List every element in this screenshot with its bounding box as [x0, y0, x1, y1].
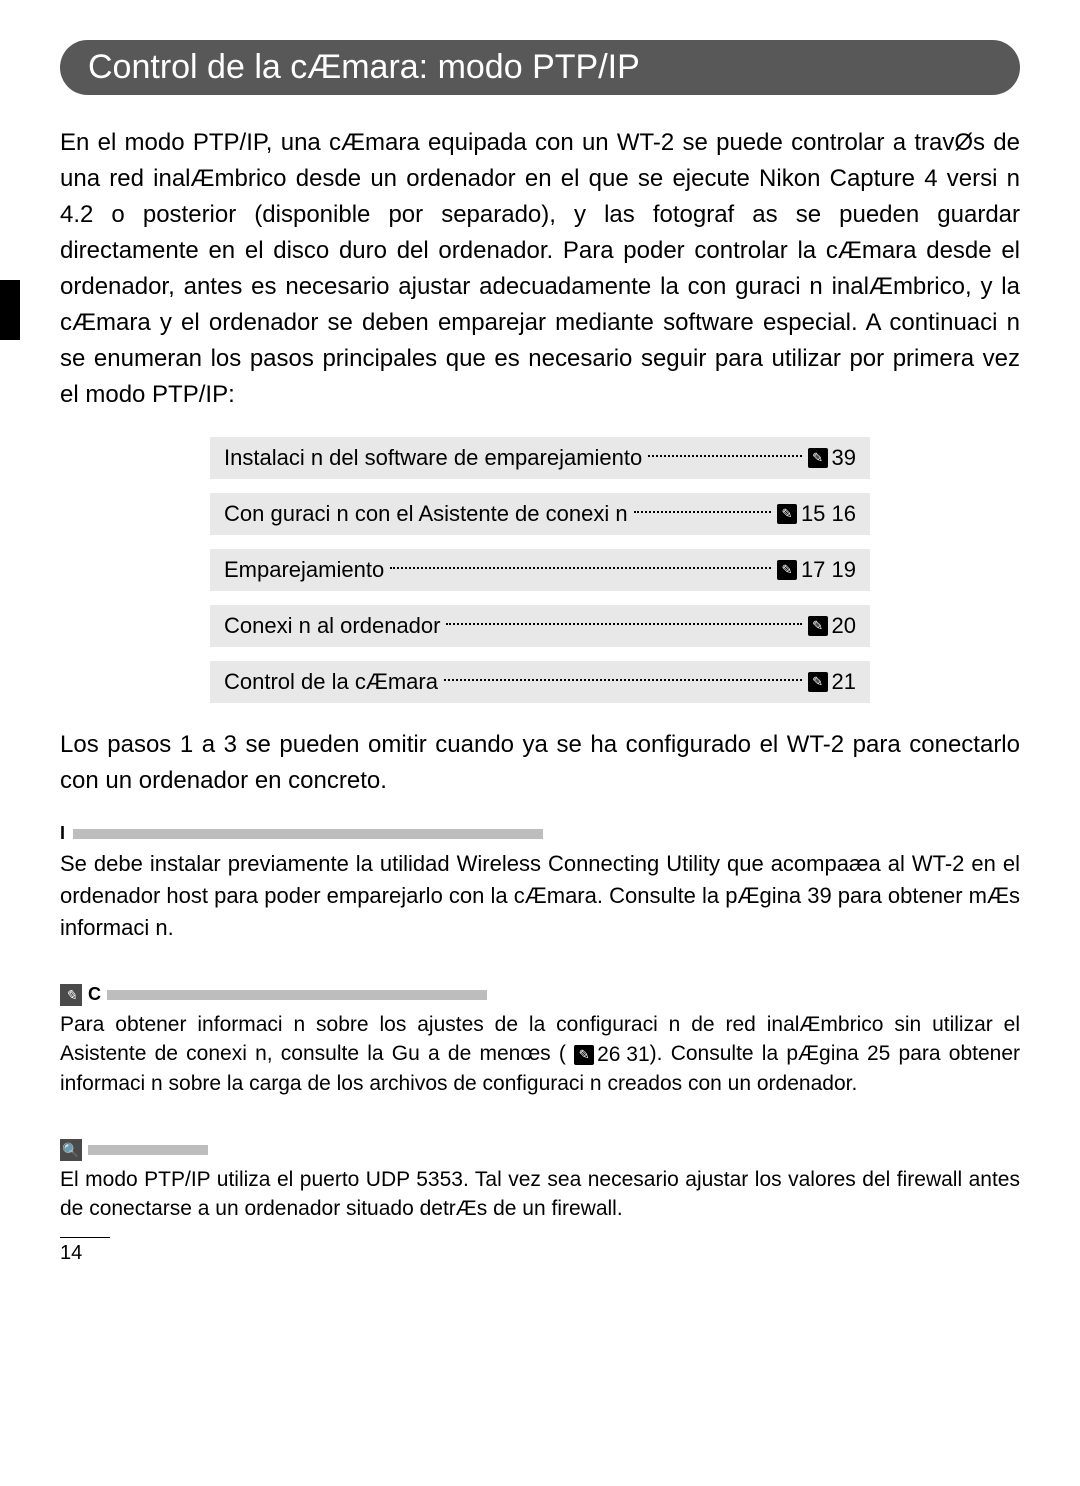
magnifier-icon: 🔍	[60, 1139, 82, 1161]
step-pages: 39	[832, 445, 856, 471]
heading-rule	[88, 1145, 208, 1155]
note1-body: Se debe instalar previamente la utilidad…	[60, 848, 1020, 944]
page-number: 14	[60, 1242, 82, 1264]
side-tab	[0, 280, 20, 340]
heading-rule	[107, 990, 487, 1000]
note2-body: Para obtener informaci n sobre los ajust…	[60, 1010, 1020, 1099]
page-ref-icon: ✎	[777, 504, 797, 524]
step-pages: 20	[832, 613, 856, 639]
step-label: Control de la cÆmara	[224, 669, 438, 695]
note3-heading: 🔍	[60, 1139, 1020, 1161]
page-ref-icon: ✎	[574, 1045, 594, 1065]
step-row: Conexi n al ordenador ✎ 20	[210, 605, 870, 647]
note2-heading: ✎ C	[60, 984, 1020, 1006]
step-pageref: ✎ 15 16	[777, 501, 856, 527]
intro-paragraph: En el modo PTP/IP, una cÆmara equipada c…	[60, 125, 1020, 413]
page-ref-icon: ✎	[808, 672, 828, 692]
step-row: Instalaci n del software de emparejamien…	[210, 437, 870, 479]
step-row: Control de la cÆmara ✎ 21	[210, 661, 870, 703]
step-pages: 15 16	[801, 501, 856, 527]
heading-rule	[73, 829, 543, 839]
step-label: Conexi n al ordenador	[224, 613, 440, 639]
step-label: Emparejamiento	[224, 557, 384, 583]
step-row: Con guraci n con el Asistente de conexi …	[210, 493, 870, 535]
note1-label: I	[60, 823, 65, 844]
leader-dots	[444, 679, 802, 681]
page-number-rule: 14	[60, 1237, 110, 1265]
step-pageref: ✎ 17 19	[777, 557, 856, 583]
page-ref-icon: ✎	[777, 560, 797, 580]
leader-dots	[446, 623, 801, 625]
pencil-icon: ✎	[60, 984, 82, 1006]
leader-dots	[390, 567, 771, 569]
page-title: Control de la cÆmara: modo PTP/IP	[60, 40, 1020, 95]
note2-label: C	[88, 984, 101, 1005]
leader-dots	[634, 511, 771, 513]
step-pages: 17 19	[801, 557, 856, 583]
after-steps-paragraph: Los pasos 1 a 3 se pueden omitir cuando …	[60, 727, 1020, 799]
step-pageref: ✎ 39	[808, 445, 856, 471]
page-ref-icon: ✎	[808, 448, 828, 468]
note3-body: El modo PTP/IP utiliza el puerto UDP 535…	[60, 1165, 1020, 1224]
page-ref-icon: ✎	[808, 616, 828, 636]
note1-heading: I	[60, 823, 1020, 844]
note2-ref-pages: 26 31	[597, 1040, 650, 1069]
step-label: Instalaci n del software de emparejamien…	[224, 445, 642, 471]
inline-page-ref: ✎ 26 31	[574, 1040, 650, 1069]
step-label: Con guraci n con el Asistente de conexi …	[224, 501, 628, 527]
step-pageref: ✎ 21	[808, 669, 856, 695]
step-pages: 21	[832, 669, 856, 695]
step-row: Emparejamiento ✎ 17 19	[210, 549, 870, 591]
steps-list: Instalaci n del software de emparejamien…	[210, 437, 870, 703]
leader-dots	[648, 455, 801, 457]
step-pageref: ✎ 20	[808, 613, 856, 639]
